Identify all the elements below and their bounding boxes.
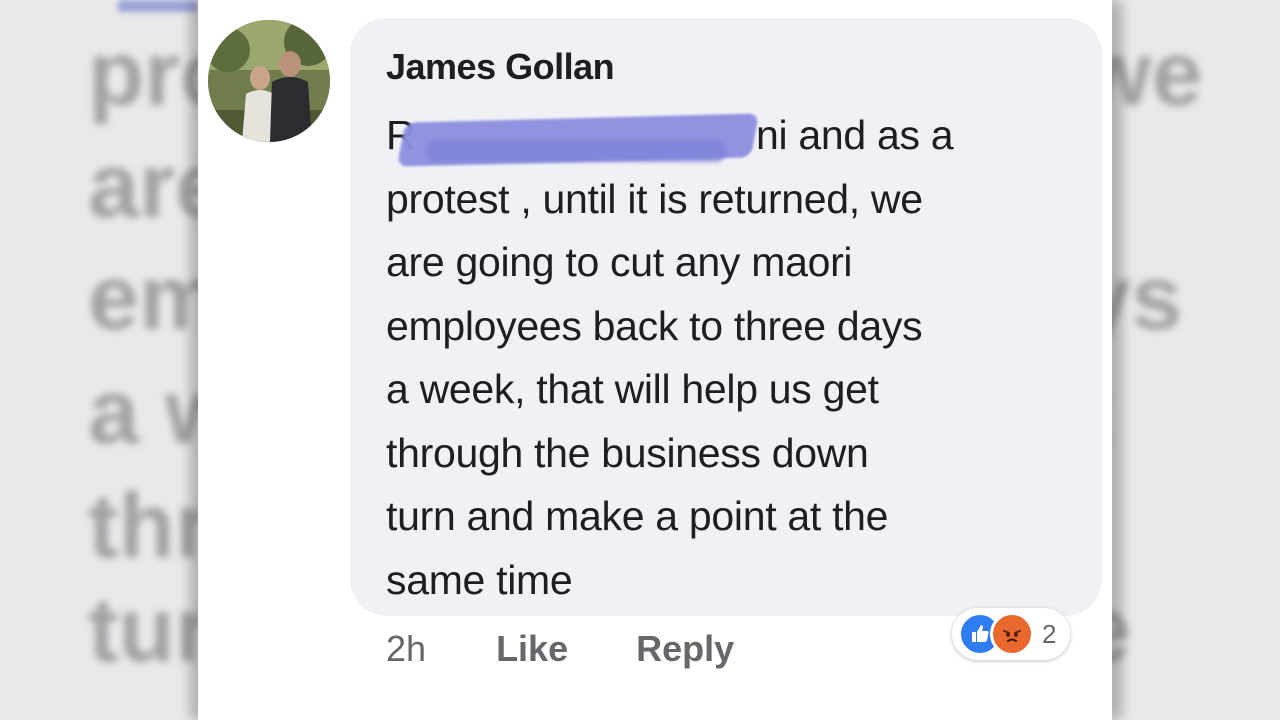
like-button[interactable]: Like: [496, 628, 568, 670]
comment-author[interactable]: James Gollan: [386, 46, 615, 88]
reply-button[interactable]: Reply: [636, 628, 734, 670]
comment-line: protest , until it is returned, we: [386, 175, 923, 222]
comment-timestamp[interactable]: 2h: [386, 628, 426, 670]
reaction-summary[interactable]: 2: [952, 608, 1071, 660]
redaction-scribble: [426, 140, 726, 162]
angry-face-icon: [998, 620, 1026, 648]
avatar[interactable]: [208, 20, 330, 142]
comment-line: are going to cut any maori: [386, 239, 853, 285]
comment-line: R ni and as a: [386, 104, 1086, 168]
comment-line: a week, that will help us get: [386, 366, 879, 412]
comment-line-text: ni and as a: [756, 112, 954, 158]
screenshot-stage: pro are em a w thr tur we ys t e: [0, 0, 1280, 720]
redacted-name: R: [386, 104, 760, 168]
thumbs-up-icon: [972, 625, 989, 642]
comment-line: employees back to three days: [386, 302, 923, 349]
comment-line: through the business down: [386, 429, 869, 476]
blurred-accent-bar: [118, 0, 198, 12]
blurred-background-left: pro are em a w thr tur: [0, 0, 220, 720]
comment-body: R ni and as a protest , until it is retu…: [386, 104, 1086, 612]
comment-line: same time: [386, 556, 573, 603]
comment-actions: 2h Like Reply: [386, 628, 792, 670]
comment-line: turn and make a point at the: [386, 493, 889, 539]
comment-bubble: James Gollan R ni and as a protest , unt…: [350, 18, 1102, 616]
angry-icon: [990, 612, 1034, 656]
reaction-count: 2: [1042, 618, 1057, 649]
comment-panel: James Gollan R ni and as a protest , unt…: [198, 0, 1112, 720]
avatar-photo: [208, 20, 330, 142]
